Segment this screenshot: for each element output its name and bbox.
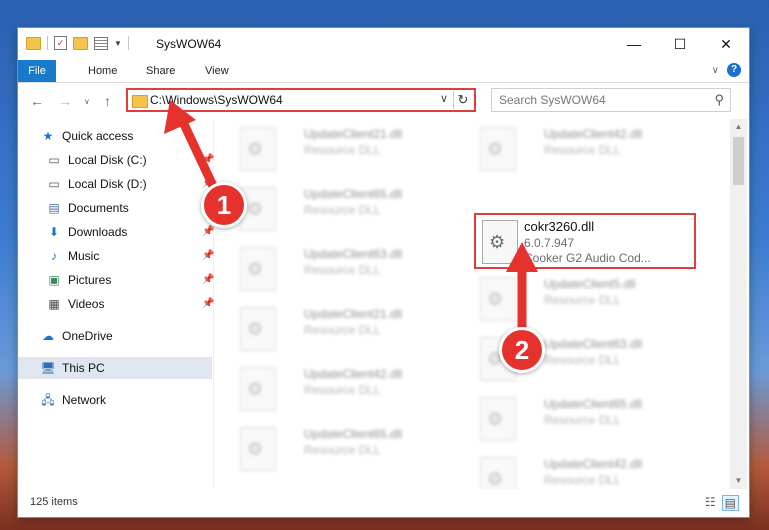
annotation-overlay	[164, 100, 538, 335]
arrow-2-head	[506, 242, 538, 272]
step-1-badge: 1	[201, 182, 247, 228]
step-2-badge: 2	[499, 327, 545, 373]
